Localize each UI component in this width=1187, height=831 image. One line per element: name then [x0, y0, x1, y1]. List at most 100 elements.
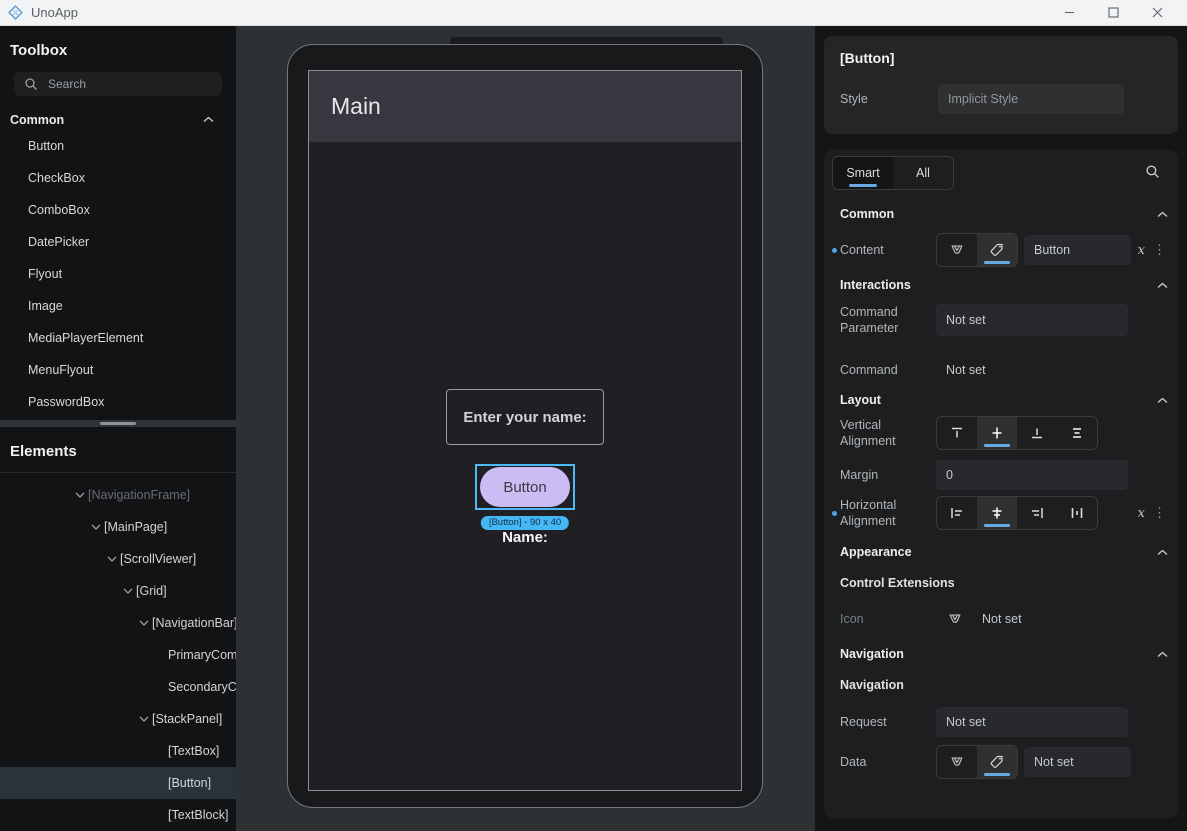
design-canvas[interactable]: Main Enter your name: Button [Button] - … [236, 26, 815, 831]
chevron-up-icon [203, 116, 214, 123]
property-inspector: [Button] Style Implicit Style Smart All [815, 26, 1187, 831]
vertical-alignment-label: Vertical Alignment [840, 418, 896, 448]
element-node-grid[interactable]: [Grid] [0, 575, 236, 607]
align-left-icon[interactable] [937, 497, 977, 529]
element-node-button[interactable]: [Button] [0, 767, 236, 799]
canvas-button[interactable]: Button [480, 467, 570, 507]
element-node-textblock[interactable]: [TextBlock] [0, 799, 236, 831]
data-field[interactable]: Not set [1024, 747, 1131, 777]
toolbox-item-mediaplayerelement[interactable]: MediaPlayerElement [0, 322, 236, 354]
data-mode-toggle [936, 745, 1018, 779]
content-field[interactable]: Button [1024, 235, 1131, 265]
toolbox-search[interactable] [14, 72, 222, 96]
element-node-mainpage[interactable]: [MainPage] [0, 511, 236, 543]
element-node-secondarycommands[interactable]: SecondaryCommands [0, 671, 236, 703]
page-title: Main [331, 93, 381, 119]
size-badge: [Button] - 90 x 40 [480, 516, 570, 530]
align-top-icon[interactable] [937, 417, 977, 449]
margin-label: Margin [840, 468, 879, 482]
name-textblock[interactable]: Name: [502, 529, 548, 546]
search-icon [24, 77, 38, 91]
chevron-down-icon[interactable] [136, 716, 152, 722]
maximize-button[interactable] [1091, 0, 1135, 25]
element-node-navigationbar[interactable]: [NavigationBar] [0, 607, 236, 639]
app-title: UnoApp [31, 5, 78, 20]
left-sidebar: Toolbox Common ButtonCheckBoxComboBoxDat… [0, 26, 236, 831]
expression-icon[interactable]: x [1138, 243, 1145, 258]
search-input[interactable] [48, 76, 188, 91]
align-bottom-icon[interactable] [1017, 417, 1057, 449]
tag-icon[interactable] [977, 234, 1017, 266]
chevron-up-icon [1157, 211, 1168, 217]
device-frame: Main Enter your name: Button [Button] - … [287, 44, 763, 808]
toolbox-item-button[interactable]: Button [0, 130, 236, 162]
style-field[interactable]: Implicit Style [938, 84, 1124, 114]
tag-icon[interactable] [977, 746, 1017, 778]
chevron-down-icon[interactable] [88, 524, 104, 530]
binding-icon[interactable] [948, 613, 962, 626]
tab-smart[interactable]: Smart [833, 157, 893, 189]
margin-field[interactable]: 0 [936, 460, 1128, 490]
request-row: Request Not set [836, 705, 1166, 739]
toolbox-item-flyout[interactable]: Flyout [0, 258, 236, 290]
horizontal-alignment-toggle [936, 496, 1098, 530]
app-logo-icon [8, 5, 23, 20]
close-button[interactable] [1135, 0, 1179, 25]
align-vstretch-icon[interactable] [1057, 417, 1097, 449]
toolbox-item-checkbox[interactable]: CheckBox [0, 162, 236, 194]
device-screen[interactable]: Main Enter your name: Button [Button] - … [308, 70, 742, 791]
align-vcenter-icon[interactable] [977, 417, 1017, 449]
align-hstretch-icon[interactable] [1057, 497, 1097, 529]
element-node-primarycommands[interactable]: PrimaryCommands [0, 639, 236, 671]
command-label: Command [840, 363, 898, 377]
command-parameter-field[interactable]: Not set [936, 304, 1128, 336]
align-hcenter-icon[interactable] [977, 497, 1017, 529]
properties-search-icon[interactable] [1145, 164, 1160, 179]
binding-icon[interactable] [937, 746, 977, 778]
toolbox-group-common[interactable]: Common [0, 110, 236, 130]
toolbox-item-datepicker[interactable]: DatePicker [0, 226, 236, 258]
icon-value[interactable]: Not set [982, 612, 1022, 626]
minimize-button[interactable] [1047, 0, 1091, 25]
toolbox-list: Button CheckBox ComboBox DatePicker Flyout Im… [0, 130, 236, 418]
section-common[interactable]: Common [836, 204, 1168, 224]
element-node-stackpanel[interactable]: [StackPanel] [0, 703, 236, 735]
panel-splitter[interactable] [0, 420, 236, 427]
content-row: Content Button x ⋮ [832, 233, 1166, 267]
section-interactions[interactable]: Interactions [836, 275, 1168, 295]
selected-element-card: [Button] Style Implicit Style [824, 36, 1178, 134]
more-vertical-icon[interactable]: ⋮ [1153, 242, 1166, 258]
command-row: Command Not set [836, 353, 1166, 387]
chevron-up-icon [1157, 549, 1168, 555]
more-vertical-icon[interactable]: ⋮ [1153, 505, 1166, 521]
canvas-textbox[interactable]: Enter your name: [446, 389, 604, 445]
element-node-textbox[interactable]: [TextBox] [0, 735, 236, 767]
page-navbar[interactable]: Main [309, 71, 741, 142]
chevron-down-icon[interactable] [136, 620, 152, 626]
command-value[interactable]: Not set [936, 363, 986, 377]
elements-title: Elements [0, 427, 236, 473]
request-field[interactable]: Not set [936, 707, 1128, 737]
toolbox-item-combobox[interactable]: ComboBox [0, 194, 236, 226]
toolbox-item-image[interactable]: Image [0, 290, 236, 322]
element-node-navigationframe[interactable]: [NavigationFrame] [0, 479, 236, 511]
chevron-down-icon[interactable] [72, 492, 88, 498]
selection-outline[interactable]: Button [475, 464, 575, 510]
chevron-down-icon[interactable] [120, 588, 136, 594]
section-navigation[interactable]: Navigation [836, 644, 1168, 664]
active-tab-indicator [849, 184, 877, 187]
section-layout[interactable]: Layout [836, 390, 1168, 410]
element-node-scrollviewer[interactable]: [ScrollViewer] [0, 543, 236, 575]
toolbox-item-menuflyout[interactable]: MenuFlyout [0, 354, 236, 386]
expression-icon[interactable]: x [1138, 506, 1145, 521]
data-label: Data [840, 755, 867, 769]
toolbox-item-passwordbox[interactable]: PasswordBox [0, 386, 236, 418]
vertical-alignment-toggle [936, 416, 1098, 450]
binding-icon[interactable] [937, 234, 977, 266]
request-label: Request [840, 715, 887, 729]
tab-all[interactable]: All [893, 157, 953, 189]
align-right-icon[interactable] [1017, 497, 1057, 529]
section-appearance[interactable]: Appearance [836, 542, 1168, 562]
chevron-down-icon[interactable] [104, 556, 120, 562]
selected-indicator [984, 444, 1010, 447]
